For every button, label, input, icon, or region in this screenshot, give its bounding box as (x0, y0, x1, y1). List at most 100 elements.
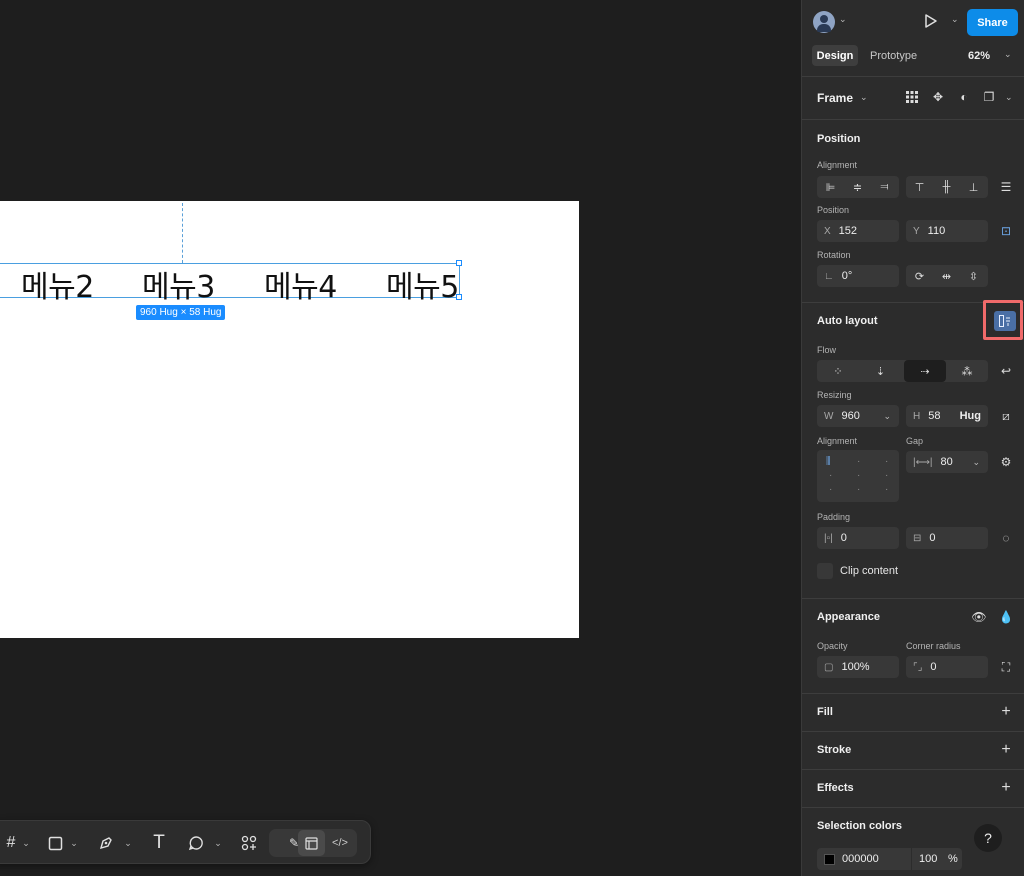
rectangle-tool-icon[interactable] (43, 821, 67, 865)
align-right-icon[interactable]: ⫤ (871, 176, 898, 198)
avatar[interactable] (813, 11, 835, 33)
clip-content-label[interactable]: Clip content (840, 565, 898, 577)
align-bottom-icon[interactable]: ⊥ (960, 176, 987, 198)
y-value[interactable]: 110 (928, 225, 946, 237)
width-value[interactable]: 960 (841, 410, 859, 422)
distribute-icon[interactable]: ☰ (996, 177, 1016, 197)
align-middle-icon[interactable]: ╫ (933, 176, 960, 198)
flip-vertical-icon[interactable]: ⇳ (960, 265, 987, 287)
actions-icon[interactable] (237, 821, 261, 865)
divider (802, 807, 1024, 808)
divider (802, 693, 1024, 694)
add-effect-icon[interactable]: + (996, 778, 1016, 798)
chevron-down-icon[interactable]: ⌄ (1005, 92, 1013, 103)
vertical-padding-field[interactable]: ⊟ 0 (906, 527, 988, 549)
corner-radius-value[interactable]: 0 (930, 661, 936, 673)
gap-icon: |⟷| (913, 456, 933, 468)
pen-tool-icon[interactable] (94, 821, 118, 865)
height-mode[interactable]: Hug (960, 410, 981, 422)
tab-design[interactable]: Design (812, 45, 858, 66)
selection-color-row[interactable]: 000000 100 % (817, 848, 962, 870)
chevron-down-icon[interactable]: ⌄ (123, 821, 133, 865)
position-section-title: Position (817, 133, 861, 145)
x-value[interactable]: 152 (839, 225, 857, 237)
eye-icon[interactable]: 👁 (969, 607, 989, 627)
opacity-field[interactable]: ▢ 100% (817, 656, 899, 678)
chevron-down-icon[interactable]: ⌄ (883, 411, 891, 422)
design-mode-icon[interactable] (299, 821, 323, 865)
chevron-down-icon[interactable]: ⌄ (213, 821, 223, 865)
effects-section-title: Effects (817, 782, 854, 794)
boolean-icon[interactable]: ❐ (979, 87, 999, 107)
dev-mode-icon[interactable]: </> (328, 821, 352, 865)
opacity-value[interactable]: 100% (841, 661, 869, 673)
chevron-down-icon[interactable]: ⌄ (951, 14, 959, 25)
height-field[interactable]: H 58 Hug (906, 405, 988, 427)
grid-icon[interactable] (902, 87, 922, 107)
resize-to-fit-icon[interactable]: ⧄ (996, 406, 1016, 426)
chevron-down-icon[interactable]: ⌄ (69, 821, 79, 865)
advanced-settings-icon[interactable]: ⚙ (996, 452, 1016, 472)
chevron-down-icon[interactable]: ⌄ (21, 821, 31, 865)
gap-value[interactable]: 80 (941, 456, 953, 468)
alignment-label: Alignment (817, 160, 858, 170)
rotation-value[interactable]: 0° (842, 270, 853, 282)
menu-item-3[interactable]: 메뉴3 (142, 262, 215, 306)
chevron-down-icon[interactable]: ⌄ (860, 92, 868, 103)
wrap-icon[interactable]: ↩ (996, 361, 1016, 381)
y-field[interactable]: Y 110 (906, 220, 988, 242)
align-top-left-icon[interactable]: ⫼ (826, 457, 836, 467)
constraints-icon[interactable]: ⊡ (996, 221, 1016, 241)
frame-tool-icon[interactable]: # (0, 821, 23, 865)
alignment-grid[interactable]: ⫼ · · · · · · · · (817, 450, 899, 502)
add-stroke-icon[interactable]: + (996, 740, 1016, 760)
align-left-icon[interactable]: ⊫ (817, 176, 844, 198)
horizontal-padding-field[interactable]: |▫| 0 (817, 527, 899, 549)
independent-corners-icon[interactable]: ⛶ (996, 657, 1016, 677)
horizontal-padding-value[interactable]: 0 (841, 532, 847, 544)
comment-tool-icon[interactable] (184, 821, 208, 865)
x-field[interactable]: X 152 (817, 220, 899, 242)
align-top-icon[interactable]: ⊤ (906, 176, 933, 198)
text-tool-icon[interactable]: T (147, 821, 171, 865)
color-swatch[interactable] (824, 853, 835, 865)
add-fill-icon[interactable]: + (996, 702, 1016, 722)
rotate-icon[interactable]: ⟳ (906, 265, 933, 287)
menu-item-2[interactable]: 메뉴2 (21, 262, 94, 306)
height-value[interactable]: 58 (928, 410, 940, 422)
flow-horizontal-icon[interactable]: ⇢ (904, 360, 946, 382)
flow-wrap-icon[interactable]: ⁂ (946, 360, 988, 382)
flow-vertical-icon[interactable]: ⇣ (859, 360, 902, 382)
menu-item-5[interactable]: 메뉴5 (386, 262, 459, 306)
chevron-down-icon[interactable]: ⌄ (1004, 49, 1012, 60)
flow-freeform-icon[interactable]: ⁘ (817, 360, 859, 382)
tab-prototype[interactable]: Prototype (870, 50, 917, 62)
menu-item-4[interactable]: 메뉴4 (264, 262, 337, 306)
divider (802, 119, 1024, 120)
blend-mode-icon[interactable]: 💧 (996, 607, 1016, 627)
selection-color-opacity[interactable]: 100 (919, 853, 937, 865)
selection-color-hex[interactable]: 000000 (842, 853, 879, 865)
width-field[interactable]: W 960 ⌄ (817, 405, 899, 427)
flip-horizontal-icon[interactable]: ⇹ (933, 265, 960, 287)
gap-field[interactable]: |⟷| 80 ⌄ (906, 451, 988, 473)
align-center-h-icon[interactable]: ≑ (844, 176, 871, 198)
clip-content-checkbox[interactable] (817, 563, 833, 579)
mask-icon[interactable]: ◐ (954, 87, 974, 107)
auto-layout-settings-icon[interactable] (994, 311, 1016, 331)
frame-type-label[interactable]: Frame (817, 91, 853, 105)
chevron-down-icon[interactable]: ⌄ (972, 457, 980, 468)
horizontal-align-group: ⊫ ≑ ⫤ (817, 176, 899, 198)
zoom-level[interactable]: 62% (968, 50, 990, 62)
rotation-field[interactable]: ∟ 0° (817, 265, 899, 287)
share-button[interactable]: Share (967, 9, 1018, 36)
rotation-label: Rotation (817, 250, 851, 260)
individual-padding-icon[interactable]: ◌ (996, 528, 1016, 548)
chevron-down-icon[interactable]: ⌄ (839, 14, 847, 25)
vertical-padding-value[interactable]: 0 (929, 532, 935, 544)
corner-radius-field[interactable]: ⌜⌟ 0 (906, 656, 988, 678)
component-icon[interactable]: ✥ (928, 87, 948, 107)
canvas[interactable]: 메뉴2 메뉴3 메뉴4 메뉴5 960 Hug × 58 Hug # ⌄ ⌄ ⌄… (0, 0, 801, 876)
help-button[interactable]: ? (974, 824, 1002, 852)
play-icon[interactable] (924, 13, 938, 32)
